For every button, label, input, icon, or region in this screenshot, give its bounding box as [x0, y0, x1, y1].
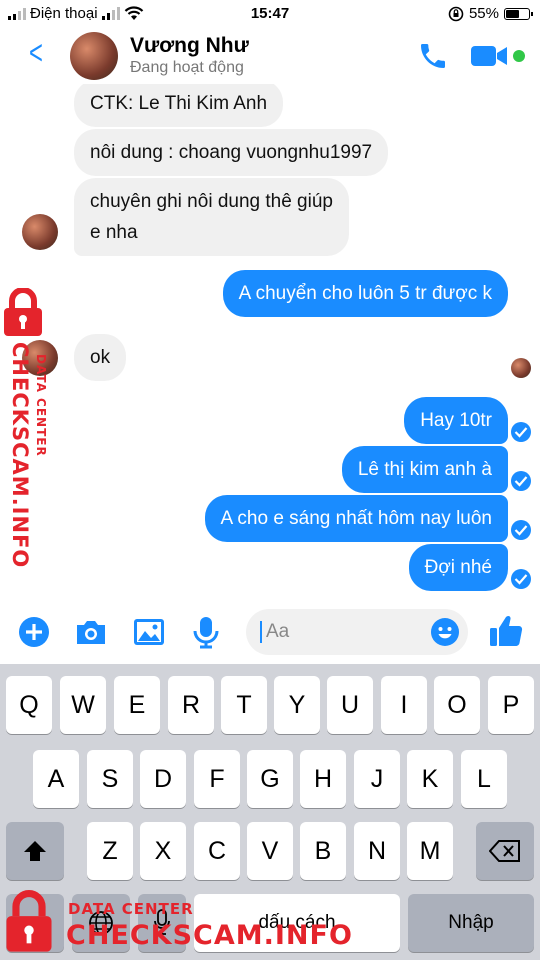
number-switch-key[interactable]	[6, 894, 64, 952]
key-f[interactable]: F	[194, 750, 240, 808]
backspace-key[interactable]	[476, 822, 534, 880]
phone-call-icon[interactable]	[416, 40, 450, 72]
key-b[interactable]: B	[300, 822, 346, 880]
message-input-placeholder: Aa	[266, 621, 290, 642]
message-bubble-incoming[interactable]: chuyên ghi nôi dung thê giúp e nha	[74, 178, 349, 256]
message-bubble-incoming[interactable]: nôi dung : choang vuongnhu1997	[74, 129, 389, 176]
sender-avatar[interactable]	[22, 214, 58, 250]
sender-avatar[interactable]	[22, 340, 58, 376]
presence-status: Đang hoạt động	[130, 59, 244, 76]
emoji-icon[interactable]	[430, 617, 460, 647]
microphone-icon[interactable]	[192, 616, 220, 650]
globe-icon	[89, 911, 113, 935]
globe-key[interactable]	[72, 894, 130, 952]
key-u[interactable]: U	[327, 676, 373, 734]
key-h[interactable]: H	[300, 750, 346, 808]
watermark-side-large: CHECKSCAM.INFO	[8, 342, 32, 569]
delivered-check-icon	[511, 569, 531, 589]
message-text: nôi dung : choang vuongnhu1997	[90, 142, 373, 163]
message-bubble-outgoing[interactable]: Hay 10tr	[404, 397, 508, 444]
key-l[interactable]: L	[461, 750, 507, 808]
key-a[interactable]: A	[33, 750, 79, 808]
key-r[interactable]: R	[168, 676, 214, 734]
padlock-icon	[4, 288, 42, 336]
battery-icon	[504, 7, 533, 20]
video-call-icon[interactable]	[470, 42, 510, 70]
message-text: CTK: Le Thi Kim Anh	[90, 93, 268, 114]
camera-icon[interactable]	[74, 616, 108, 648]
key-d[interactable]: D	[140, 750, 186, 808]
dictation-mic-icon	[154, 909, 170, 935]
back-chevron-icon[interactable]: <	[29, 36, 43, 70]
space-key[interactable]: dấu cách	[194, 894, 400, 952]
key-q[interactable]: Q	[6, 676, 52, 734]
key-i[interactable]: I	[381, 676, 427, 734]
on-screen-keyboard: Q W E R T Y U I O P A S D F G H J K L Z …	[0, 664, 540, 960]
message-input[interactable]: Aa	[246, 609, 468, 655]
orientation-lock-icon	[448, 6, 464, 21]
plus-circle-icon[interactable]	[18, 616, 50, 648]
key-x[interactable]: X	[140, 822, 186, 880]
shift-key[interactable]	[6, 822, 64, 880]
message-text: Hay 10tr	[420, 410, 492, 431]
key-w[interactable]: W	[60, 676, 106, 734]
online-indicator	[513, 50, 525, 62]
battery-percent: 55%	[468, 5, 499, 22]
message-text: A cho e sáng nhất hôm nay luôn	[220, 508, 492, 529]
message-bubble-outgoing[interactable]: A cho e sáng nhất hôm nay luôn	[204, 495, 508, 542]
chat-header: < Vương Như Đang hoạt động	[0, 28, 540, 84]
return-key[interactable]: Nhập	[408, 894, 534, 952]
backspace-icon	[488, 840, 520, 862]
message-text: Đợi nhé	[424, 557, 492, 578]
text-caret	[260, 621, 262, 643]
key-z[interactable]: Z	[87, 822, 133, 880]
contact-name[interactable]: Vương Như	[130, 34, 249, 58]
shift-arrow-icon	[24, 841, 46, 861]
watermark-side: CHECKSCAM.INFO DATA CENTER	[0, 288, 62, 568]
delivered-check-icon	[511, 422, 531, 442]
message-text: Lê thị kim anh à	[357, 459, 492, 480]
key-g[interactable]: G	[247, 750, 293, 808]
delivered-check-icon	[511, 520, 531, 540]
message-bubble-outgoing[interactable]: A chuyển cho luôn 5 tr được k	[222, 270, 508, 317]
key-p[interactable]: P	[488, 676, 534, 734]
key-y[interactable]: Y	[274, 676, 320, 734]
message-bubble-outgoing[interactable]: Đợi nhé	[408, 544, 508, 591]
message-text: e nha	[90, 222, 138, 243]
dictation-key[interactable]	[138, 894, 186, 952]
contact-avatar[interactable]	[70, 32, 118, 80]
key-v[interactable]: V	[247, 822, 293, 880]
key-m[interactable]: M	[407, 822, 453, 880]
message-bubble-incoming[interactable]: CTK: Le Thi Kim Anh	[74, 80, 284, 127]
key-k[interactable]: K	[407, 750, 453, 808]
seen-receipt-avatar	[511, 358, 531, 378]
key-s[interactable]: S	[87, 750, 133, 808]
key-n[interactable]: N	[354, 822, 400, 880]
message-composer: Aa	[0, 604, 540, 662]
delivered-check-icon	[511, 471, 531, 491]
key-e[interactable]: E	[114, 676, 160, 734]
message-text: ok	[90, 347, 111, 368]
status-bar: Điện thoại 15:47 55%	[0, 0, 540, 28]
message-bubble-incoming[interactable]: ok	[74, 334, 127, 381]
key-c[interactable]: C	[194, 822, 240, 880]
message-bubble-outgoing[interactable]: Lê thị kim anh à	[341, 446, 508, 493]
message-text: A chuyển cho luôn 5 tr được k	[238, 283, 492, 304]
thumbs-up-icon[interactable]	[488, 613, 524, 649]
message-text: chuyên ghi nôi dung thê giúp	[90, 191, 333, 212]
photo-gallery-icon[interactable]	[132, 616, 166, 648]
key-j[interactable]: J	[354, 750, 400, 808]
key-t[interactable]: T	[221, 676, 267, 734]
key-o[interactable]: O	[434, 676, 480, 734]
